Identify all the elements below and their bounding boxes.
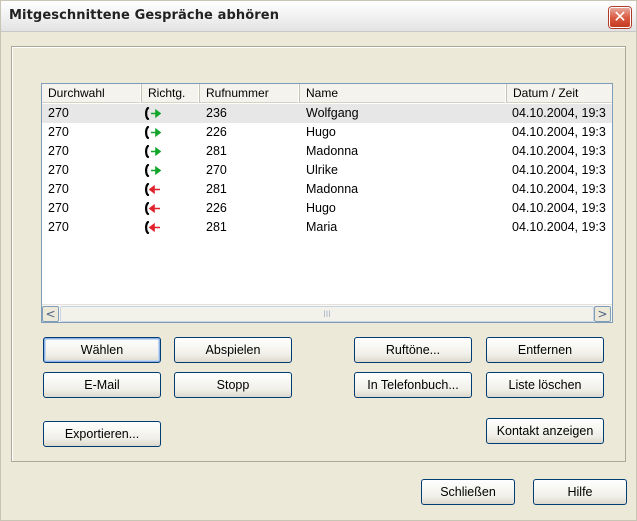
telefonbuch-button[interactable]: In Telefonbuch... xyxy=(354,372,472,398)
column-header-datum[interactable]: Datum / Zeit xyxy=(507,84,612,103)
window-title: Mitgeschnittene Gespräche abhören xyxy=(9,8,280,23)
cell-rufnummer: 236 xyxy=(206,106,227,120)
column-header-durchwahl[interactable]: Durchwahl xyxy=(42,84,142,103)
table-row[interactable]: 270 281 Madonna 04.10.2004, 19:3 xyxy=(42,180,612,199)
cell-datum: 04.10.2004, 19:3 xyxy=(512,163,606,177)
horizontal-scrollbar[interactable]: < III > xyxy=(42,304,612,322)
phone-arrow-left-red-icon xyxy=(145,182,161,197)
cell-durchwahl: 270 xyxy=(48,163,69,177)
phone-arrow-right-green-icon xyxy=(145,106,162,121)
cell-durchwahl: 270 xyxy=(48,144,69,158)
table-row[interactable]: 270 281 Madonna 04.10.2004, 19:3 xyxy=(42,142,612,161)
cell-datum: 04.10.2004, 19:3 xyxy=(512,182,606,196)
exportieren-button[interactable]: Exportieren... xyxy=(43,421,161,447)
table-row[interactable]: 270 226 Hugo 04.10.2004, 19:3 xyxy=(42,199,612,218)
phone-arrow-left-red-icon xyxy=(145,220,161,235)
table-row[interactable]: 270 236 Wolfgang 04.10.2004, 19:3 xyxy=(42,104,612,123)
cell-name: Maria xyxy=(306,220,338,234)
cell-durchwahl: 270 xyxy=(48,182,69,196)
table-row[interactable]: 270 226 Hugo 04.10.2004, 19:3 xyxy=(42,123,612,142)
phone-arrow-left-red-icon xyxy=(145,201,161,216)
ruftoene-button[interactable]: Ruftöne... xyxy=(354,337,472,363)
phone-arrow-right-green-icon xyxy=(145,144,162,159)
cell-rufnummer: 281 xyxy=(206,182,227,196)
cell-datum: 04.10.2004, 19:3 xyxy=(512,144,606,158)
cell-durchwahl: 270 xyxy=(48,220,69,234)
table-row[interactable]: 270 281 Maria 04.10.2004, 19:3 xyxy=(42,218,612,237)
cell-durchwahl: 270 xyxy=(48,201,69,215)
list-rows: 270 236 Wolfgang 04.10.2004, 19:3 270 226 Hugo… xyxy=(42,104,612,237)
phone-arrow-right-green-icon xyxy=(145,125,162,140)
column-header-richtung[interactable]: Richtg. xyxy=(142,84,200,103)
title-bar: Mitgeschnittene Gespräche abhören ✕ xyxy=(1,1,636,32)
cell-rufnummer: 281 xyxy=(206,220,227,234)
cell-durchwahl: 270 xyxy=(48,106,69,120)
column-header-name[interactable]: Name xyxy=(300,84,507,103)
table-row[interactable]: 270 270 Ulrike 04.10.2004, 19:3 xyxy=(42,161,612,180)
scroll-thumb[interactable]: III xyxy=(60,306,594,322)
cell-name: Hugo xyxy=(306,125,336,139)
cell-name: Hugo xyxy=(306,201,336,215)
cell-rufnummer: 226 xyxy=(206,201,227,215)
cell-datum: 04.10.2004, 19:3 xyxy=(512,125,606,139)
cell-name: Wolfgang xyxy=(306,106,359,120)
email-button[interactable]: E-Mail xyxy=(43,372,161,398)
close-button[interactable]: ✕ xyxy=(609,7,631,28)
cell-rufnummer: 226 xyxy=(206,125,227,139)
cell-rufnummer: 270 xyxy=(206,163,227,177)
cell-datum: 04.10.2004, 19:3 xyxy=(512,201,606,215)
dialog-window: Mitgeschnittene Gespräche abhören ✕ Durc… xyxy=(0,0,637,521)
entfernen-button[interactable]: Entfernen xyxy=(486,337,604,363)
hilfe-button[interactable]: Hilfe xyxy=(533,479,627,505)
scroll-right-button[interactable]: > xyxy=(594,306,611,322)
kontakt-anzeigen-button[interactable]: Kontakt anzeigen xyxy=(486,418,604,444)
waehlen-button[interactable]: Wählen xyxy=(43,337,161,363)
cell-durchwahl: 270 xyxy=(48,125,69,139)
cell-datum: 04.10.2004, 19:3 xyxy=(512,106,606,120)
cell-name: Madonna xyxy=(306,182,359,196)
column-header-rufnummer[interactable]: Rufnummer xyxy=(200,84,300,103)
cell-rufnummer: 281 xyxy=(206,144,227,158)
liste-loeschen-button[interactable]: Liste löschen xyxy=(486,372,604,398)
phone-arrow-right-green-icon xyxy=(145,163,162,178)
schliessen-button[interactable]: Schließen xyxy=(421,479,515,505)
cell-name: Madonna xyxy=(306,144,359,158)
abspielen-button[interactable]: Abspielen xyxy=(174,337,292,363)
stopp-button[interactable]: Stopp xyxy=(174,372,292,398)
recordings-list[interactable]: Durchwahl Richtg. Rufnummer Name Datum /… xyxy=(41,83,613,323)
cell-datum: 04.10.2004, 19:3 xyxy=(512,220,606,234)
scroll-left-button[interactable]: < xyxy=(42,306,59,322)
list-header: Durchwahl Richtg. Rufnummer Name Datum /… xyxy=(42,84,612,103)
cell-name: Ulrike xyxy=(306,163,338,177)
